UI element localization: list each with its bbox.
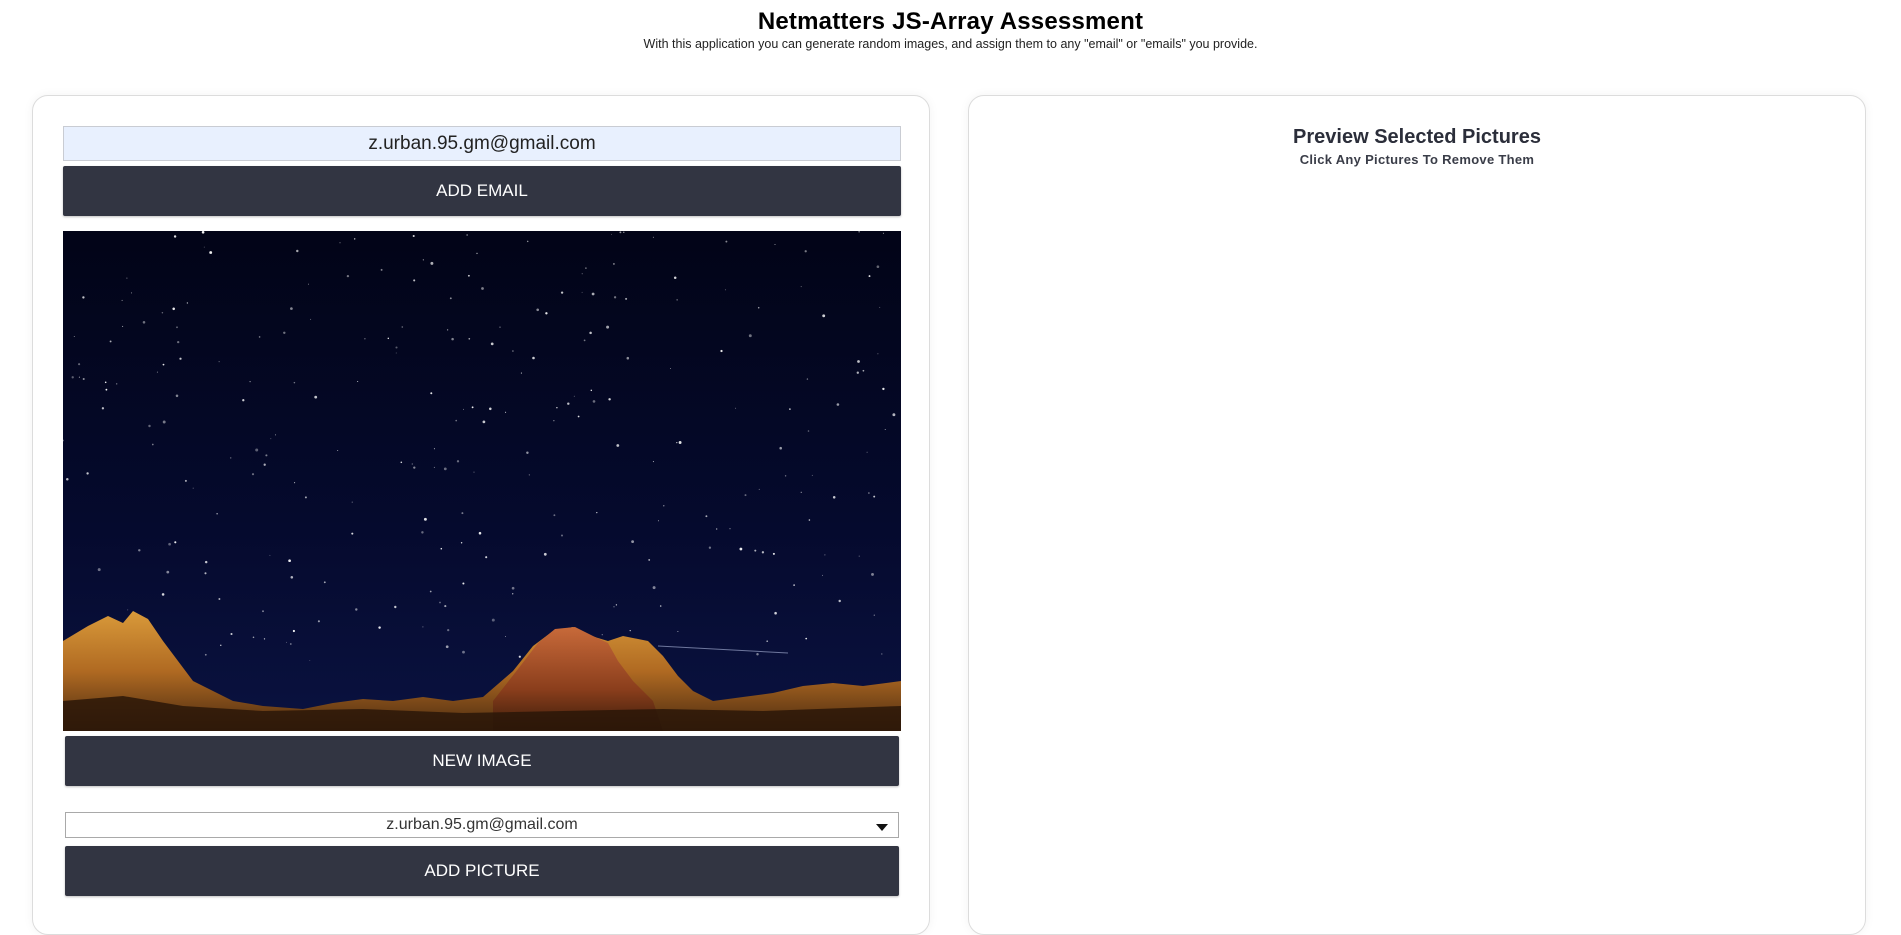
email-select-value: z.urban.95.gm@gmail.com bbox=[386, 816, 578, 833]
preview-title: Preview Selected Pictures bbox=[1293, 126, 1541, 148]
email-select[interactable]: z.urban.95.gm@gmail.com bbox=[65, 812, 899, 838]
add-picture-button[interactable]: ADD PICTURE bbox=[65, 846, 899, 896]
random-image bbox=[63, 231, 901, 731]
page-header: Netmatters JS-Array Assessment With this… bbox=[0, 0, 1901, 52]
generator-panel: ADD EMAIL bbox=[32, 95, 930, 935]
page-subtitle: With this application you can generate r… bbox=[643, 37, 1258, 51]
add-email-button[interactable]: ADD EMAIL bbox=[63, 166, 901, 216]
page-title: Netmatters JS-Array Assessment bbox=[757, 8, 1144, 35]
preview-subtitle: Click Any Pictures To Remove Them bbox=[1299, 152, 1535, 167]
preview-panel: Preview Selected Pictures Click Any Pict… bbox=[968, 95, 1866, 935]
chevron-down-icon bbox=[876, 824, 888, 831]
email-input[interactable] bbox=[63, 126, 901, 161]
starry-night-mountains-image bbox=[63, 231, 901, 731]
new-image-button[interactable]: NEW IMAGE bbox=[65, 736, 899, 786]
